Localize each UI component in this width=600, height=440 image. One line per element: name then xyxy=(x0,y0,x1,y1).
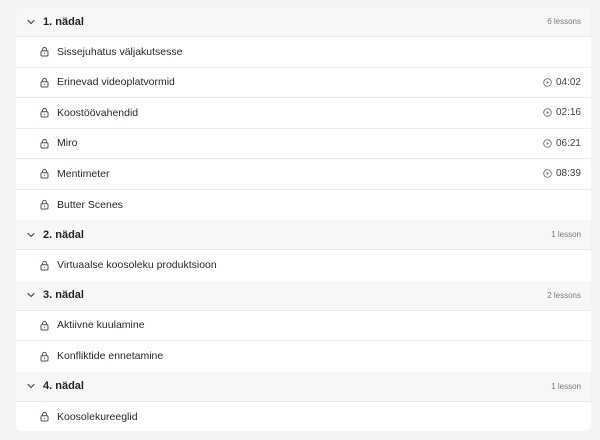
lesson-title: Butter Scenes xyxy=(57,198,123,211)
lesson-item[interactable]: Miro 06:21 xyxy=(16,128,591,159)
curriculum-section: 3. nädal 2 lessons Aktiivne kuulamine Konfl… xyxy=(16,280,591,372)
lesson-item[interactable]: Butter Scenes xyxy=(16,189,591,220)
lesson-title: Sissejuhatus väljakutsesse xyxy=(57,45,183,58)
lesson-title: Miro xyxy=(57,137,78,150)
lesson-count: 1 lesson xyxy=(551,230,581,239)
duration-text: 06:21 xyxy=(555,137,581,149)
section-title: 2. nädal xyxy=(43,228,84,241)
lesson-item[interactable]: Mentimeter 08:39 xyxy=(16,159,591,190)
curriculum-section: 4. nädal 1 lesson Koosolekureeglid xyxy=(16,371,591,431)
play-circle-icon xyxy=(543,169,552,178)
curriculum-section: 1. nädal 6 lessons Sissejuhatus väljakutse… xyxy=(16,7,591,220)
section-title: 3. nädal xyxy=(43,289,84,301)
section-header[interactable]: 2. nädal 1 lesson xyxy=(16,220,591,250)
lock-icon xyxy=(39,168,50,179)
lock-icon xyxy=(39,411,50,422)
section-header[interactable]: 4. nädal 1 lesson xyxy=(16,371,591,402)
lesson-title: Virtuaalse koosoleku produktsioon xyxy=(57,259,217,272)
lesson-item[interactable]: Erinevad videoplatvormid 04:02 xyxy=(16,67,591,98)
section-title: 1. nädal xyxy=(43,15,84,28)
lesson-item[interactable]: Aktiivne kuulamine xyxy=(16,310,591,341)
lesson-count: 2 lessons xyxy=(547,290,581,300)
lesson-item[interactable]: Virtuaalse koosoleku produktsioon xyxy=(16,250,591,281)
chevron-down-icon[interactable] xyxy=(25,16,37,28)
curriculum-section: 2. nädal 1 lesson Virtuaalse koosoleku pro… xyxy=(16,220,591,281)
section-header[interactable]: 1. nädal 6 lessons xyxy=(16,7,591,37)
duration-text: 02:16 xyxy=(555,107,581,119)
section-title: 4. nädal xyxy=(43,380,84,392)
lesson-title: Koosolekureeglid xyxy=(57,410,138,423)
lesson-duration: 08:39 xyxy=(543,168,581,179)
duration-text: 04:02 xyxy=(555,76,581,88)
play-circle-icon xyxy=(543,78,552,87)
section-header[interactable]: 3. nädal 2 lessons xyxy=(16,280,591,311)
lesson-title: Mentimeter xyxy=(57,167,110,180)
lesson-count: 1 lesson xyxy=(551,381,581,391)
lock-icon xyxy=(39,46,50,57)
lesson-count: 6 lessons xyxy=(547,17,581,26)
lesson-title: Erinevad videoplatvormid xyxy=(57,76,175,89)
lock-icon xyxy=(39,260,50,271)
play-circle-icon xyxy=(543,108,552,117)
duration-text: 08:39 xyxy=(555,168,581,180)
lock-icon xyxy=(39,107,50,118)
curriculum-list: 1. nädal 6 lessons Sissejuhatus väljakutse… xyxy=(16,7,591,431)
lesson-duration: 06:21 xyxy=(543,138,581,149)
lesson-item[interactable]: Koostöövahendid 02:16 xyxy=(16,98,591,129)
chevron-down-icon[interactable] xyxy=(25,289,37,301)
lesson-title: Konfliktide ennetamine xyxy=(57,350,164,363)
lock-icon xyxy=(39,138,50,149)
lock-icon xyxy=(39,351,50,362)
lesson-item[interactable]: Konfliktide ennetamine xyxy=(16,341,591,372)
lesson-duration: 04:02 xyxy=(543,77,581,88)
lesson-title: Koostöövahendid xyxy=(57,106,139,119)
lesson-item[interactable]: Koosolekureeglid xyxy=(16,401,591,431)
chevron-down-icon[interactable] xyxy=(25,229,37,241)
lock-icon xyxy=(39,320,50,331)
lock-icon xyxy=(39,77,50,88)
lock-icon xyxy=(39,199,50,210)
chevron-down-icon[interactable] xyxy=(25,380,37,392)
play-circle-icon xyxy=(543,139,552,148)
lesson-duration: 02:16 xyxy=(543,107,581,118)
lesson-item[interactable]: Sissejuhatus väljakutsesse xyxy=(16,37,591,68)
lesson-title: Aktiivne kuulamine xyxy=(57,319,145,332)
